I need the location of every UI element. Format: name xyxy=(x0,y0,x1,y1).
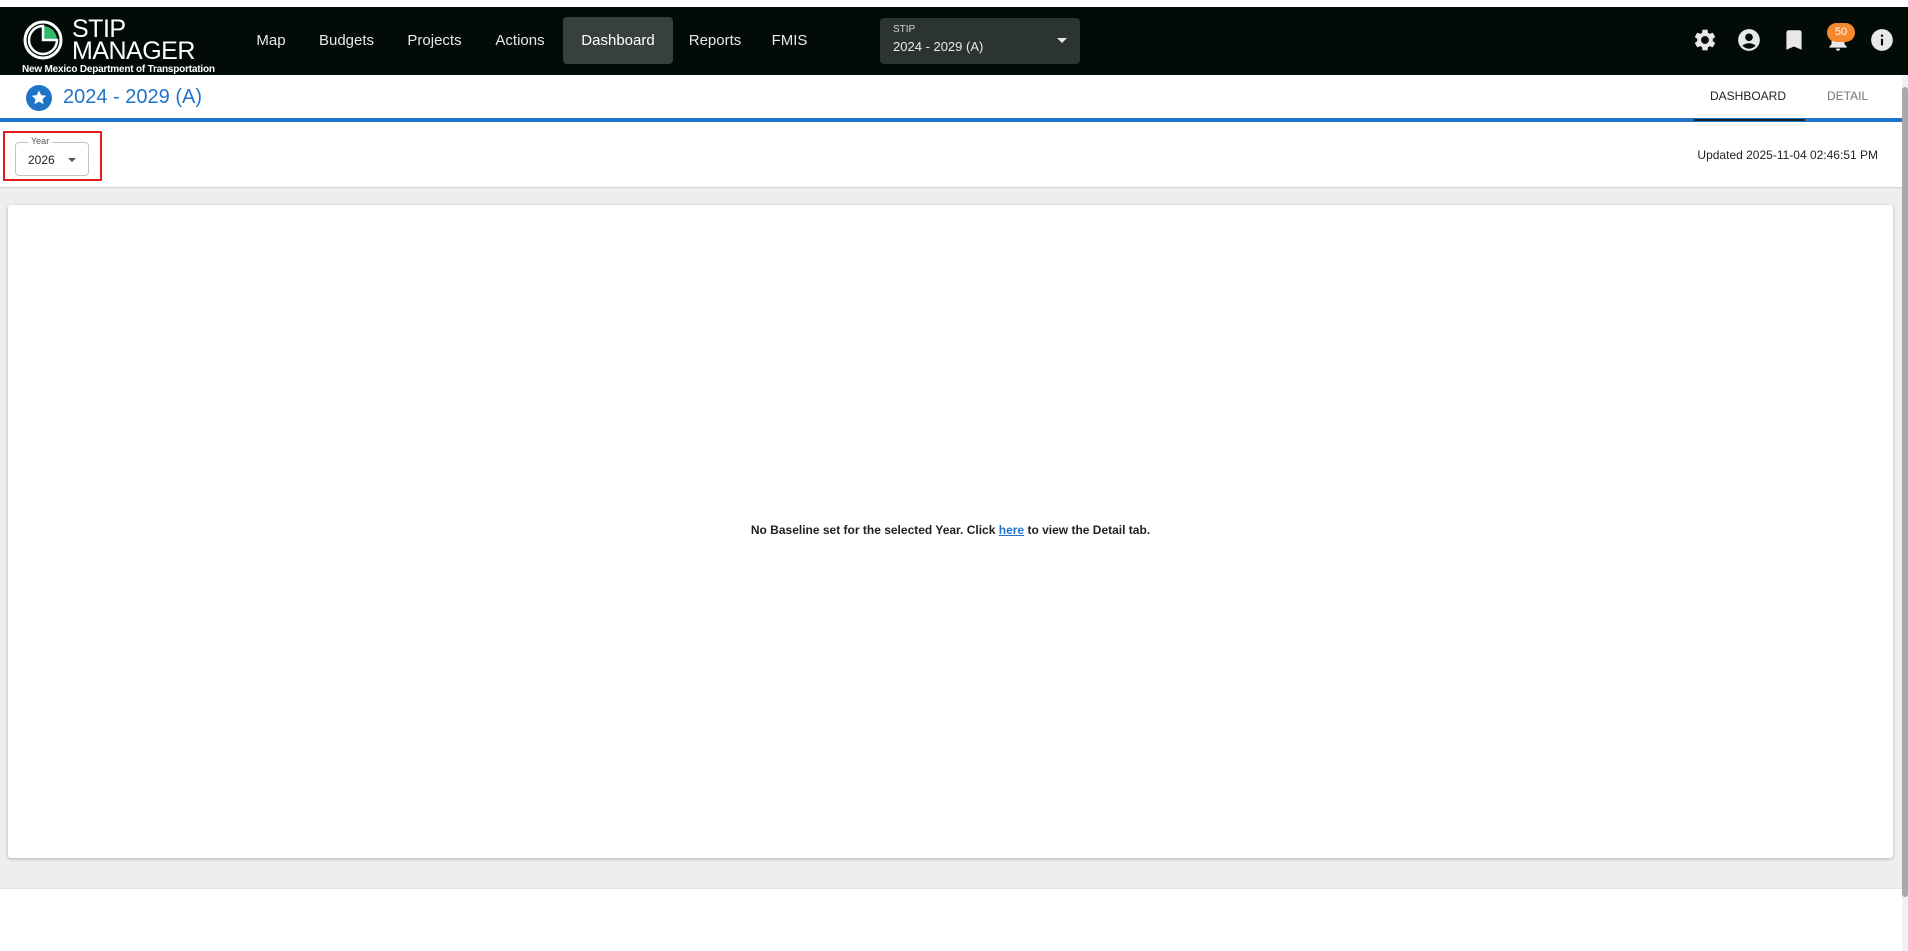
stip-select-label: STIP xyxy=(893,24,916,35)
bookmark-icon[interactable] xyxy=(1781,27,1807,53)
nav-item-fmis[interactable]: FMIS xyxy=(767,17,812,64)
message-text-after: to view the Detail tab. xyxy=(1024,523,1151,537)
notification-count-badge: 50 xyxy=(1827,23,1855,42)
app-logo[interactable]: STIP MANAGER New Mexico Department of Tr… xyxy=(22,13,222,76)
page-title: 2024 - 2029 (A) xyxy=(63,86,202,108)
logo-title-line2: MANAGER xyxy=(72,37,195,65)
year-select-label: Year xyxy=(28,136,53,146)
caret-down-icon xyxy=(68,158,76,162)
vertical-scrollbar[interactable] xyxy=(1902,75,1908,951)
tab-detail[interactable]: DETAIL xyxy=(1827,89,1868,103)
account-circle-icon[interactable] xyxy=(1736,27,1762,53)
dashboard-card: No Baseline set for the selected Year. C… xyxy=(8,205,1893,858)
stip-select-value: 2024 - 2029 (A) xyxy=(893,39,984,54)
page-footer xyxy=(0,888,1902,951)
nav-item-actions[interactable]: Actions xyxy=(488,17,552,64)
message-text-before: No Baseline set for the selected Year. C… xyxy=(750,523,999,537)
tab-dashboard[interactable]: DASHBOARD xyxy=(1710,89,1786,103)
active-tab-indicator xyxy=(1694,119,1805,121)
favorite-star-icon[interactable] xyxy=(26,85,52,111)
detail-tab-link[interactable]: here xyxy=(999,523,1024,537)
nav-item-budgets[interactable]: Budgets xyxy=(313,17,380,64)
caret-down-icon xyxy=(1057,38,1067,43)
nav-item-dashboard[interactable]: Dashboard xyxy=(563,17,673,64)
gear-icon[interactable] xyxy=(1692,27,1718,53)
filter-bar: Year 2026 Updated 2025-11-04 02:46:51 PM xyxy=(0,126,1902,188)
scrollbar-thumb[interactable] xyxy=(1902,87,1908,897)
stip-select[interactable]: STIP 2024 - 2029 (A) xyxy=(880,18,1080,64)
window-top-strip xyxy=(0,0,1908,7)
updated-timestamp: Updated 2025-11-04 02:46:51 PM xyxy=(1697,148,1878,162)
nav-item-projects[interactable]: Projects xyxy=(401,17,468,64)
nav-item-map[interactable]: Map xyxy=(250,17,292,64)
nav-item-reports[interactable]: Reports xyxy=(683,17,747,64)
logo-pie-icon xyxy=(23,20,63,60)
year-select-value: 2026 xyxy=(28,153,55,167)
page-title-bar: 2024 - 2029 (A) DASHBOARD DETAIL xyxy=(0,75,1902,122)
star-icon xyxy=(31,90,47,105)
year-select[interactable]: Year 2026 xyxy=(15,136,89,176)
no-baseline-message: No Baseline set for the selected Year. C… xyxy=(8,523,1893,537)
top-navbar: STIP MANAGER New Mexico Department of Tr… xyxy=(0,7,1908,75)
logo-subtitle: New Mexico Department of Transportation xyxy=(22,64,215,75)
info-icon[interactable] xyxy=(1869,27,1895,53)
